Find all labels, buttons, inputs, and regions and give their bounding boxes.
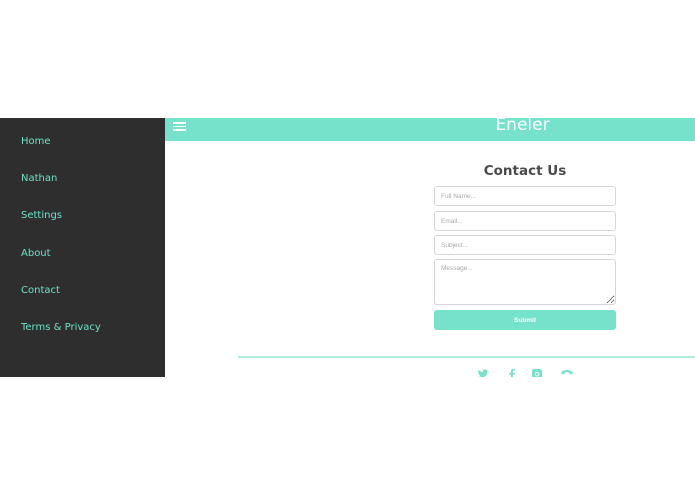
sidebar-item-nathan[interactable]: Nathan: [21, 173, 57, 184]
twitter-icon[interactable]: [477, 368, 489, 377]
contact-title: Contact Us: [483, 163, 567, 179]
top-bar: Eneler: [165, 118, 695, 141]
app-title: Eneler: [495, 118, 550, 135]
sidebar-item-terms-privacy[interactable]: Terms & Privacy: [21, 322, 101, 333]
full-name-input[interactable]: [434, 186, 616, 206]
sidebar: Home Nathan Settings About Contact Terms…: [0, 118, 165, 377]
instagram-icon[interactable]: [531, 368, 543, 377]
email-input[interactable]: [434, 211, 616, 231]
app-frame: Home Nathan Settings About Contact Terms…: [0, 118, 695, 377]
sidebar-item-about[interactable]: About: [21, 248, 51, 259]
message-textarea[interactable]: [434, 259, 616, 305]
facebook-icon[interactable]: [506, 368, 518, 377]
sidebar-item-home[interactable]: Home: [21, 136, 51, 147]
sidebar-item-settings[interactable]: Settings: [21, 210, 62, 221]
subject-input[interactable]: [434, 235, 616, 255]
sidebar-item-contact[interactable]: Contact: [21, 285, 60, 296]
footer-divider: [238, 356, 695, 358]
submit-button[interactable]: Submit: [434, 310, 616, 330]
phone-icon[interactable]: [560, 368, 573, 377]
